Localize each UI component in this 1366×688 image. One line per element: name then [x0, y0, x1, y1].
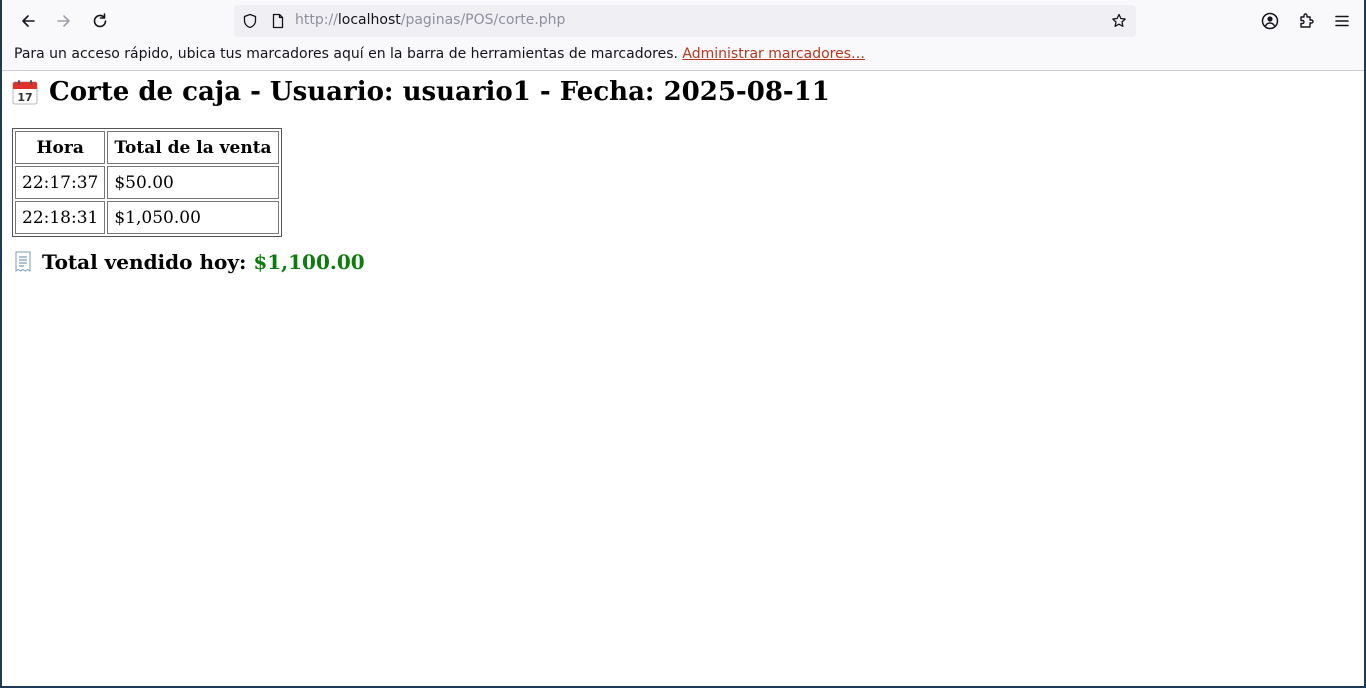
- shield-icon[interactable]: [242, 13, 258, 29]
- sales-table: Hora Total de la venta 22:17:37 $50.00 2…: [12, 128, 282, 237]
- column-header-total: Total de la venta: [107, 131, 279, 164]
- reload-button[interactable]: [85, 6, 115, 36]
- account-button[interactable]: [1255, 6, 1285, 36]
- browser-toolbar: http://localhost/paginas/POS/corte.php: [2, 0, 1364, 42]
- extensions-button[interactable]: [1291, 6, 1321, 36]
- menu-button[interactable]: [1327, 6, 1357, 36]
- cell-total: $50.00: [107, 166, 279, 199]
- svg-text:17: 17: [17, 91, 32, 104]
- table-header-row: Hora Total de la venta: [15, 131, 279, 164]
- total-label: Total vendido hoy:: [42, 250, 247, 274]
- hamburger-icon: [1335, 15, 1349, 27]
- manage-bookmarks-link[interactable]: Administrar marcadores…: [682, 46, 865, 62]
- forward-button[interactable]: [49, 6, 79, 36]
- column-header-hora: Hora: [15, 131, 106, 164]
- page-title-text: Corte de caja - Usuario: usuario1 - Fech…: [49, 77, 830, 107]
- puzzle-icon: [1300, 13, 1314, 28]
- receipt-icon: [12, 251, 34, 273]
- arrow-right-icon: [57, 15, 70, 27]
- page-icon[interactable]: [270, 13, 286, 29]
- address-bar[interactable]: http://localhost/paginas/POS/corte.php: [234, 5, 1136, 37]
- url-host: localhost: [337, 12, 401, 28]
- cell-total: $1,050.00: [107, 201, 279, 234]
- browser-window: http://localhost/paginas/POS/corte.php P…: [0, 0, 1366, 688]
- back-button[interactable]: [13, 6, 43, 36]
- url-prefix: http://: [295, 12, 338, 28]
- table-row: 22:18:31 $1,050.00: [15, 201, 279, 234]
- arrow-left-icon: [22, 15, 35, 27]
- url-text[interactable]: http://localhost/paginas/POS/corte.php: [295, 12, 565, 28]
- bookmarks-toolbar: Para un acceso rápido, ubica tus marcado…: [2, 42, 1364, 71]
- url-path: /paginas/POS/corte.php: [400, 12, 566, 28]
- calendar-icon: 17: [12, 79, 38, 105]
- account-icon: [1261, 12, 1279, 30]
- page-title: 17 Corte de caja - Usuario: usuario1 - F…: [12, 77, 830, 107]
- total-sold-heading: Total vendido hoy: $1,100.00: [12, 250, 365, 274]
- cell-hora: 22:18:31: [15, 201, 106, 234]
- bookmarks-message-text: Para un acceso rápido, ubica tus marcado…: [14, 46, 678, 62]
- table-row: 22:17:37 $50.00: [15, 166, 279, 199]
- star-icon[interactable]: [1111, 13, 1127, 29]
- total-amount: $1,100.00: [253, 250, 365, 274]
- cell-hora: 22:17:37: [15, 166, 106, 199]
- bookmarks-message: Para un acceso rápido, ubica tus marcado…: [14, 46, 865, 62]
- reload-icon: [93, 13, 107, 28]
